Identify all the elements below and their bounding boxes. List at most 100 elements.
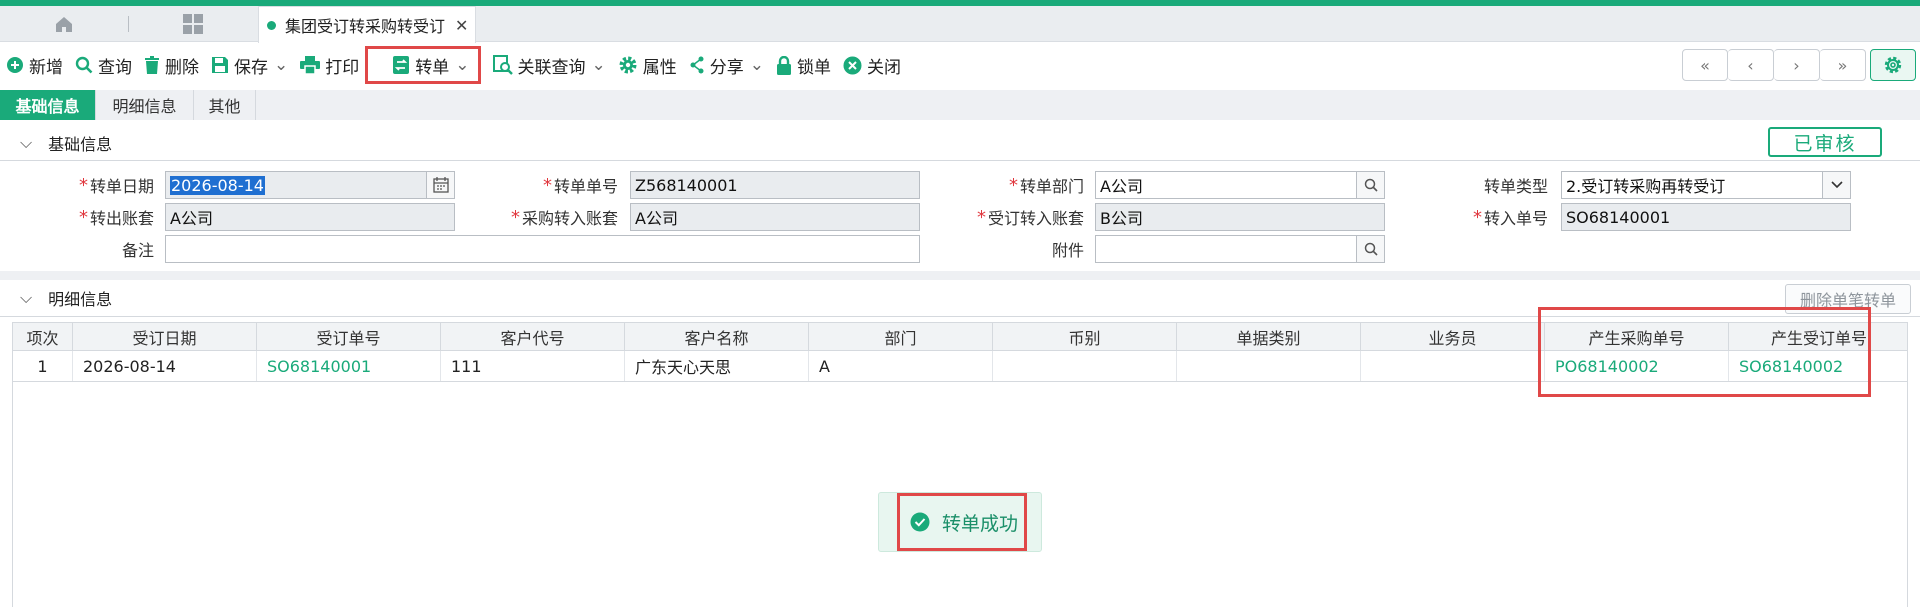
related-search-icon [492,55,513,75]
settings-button[interactable] [1870,49,1916,81]
query-label: 查询 [98,57,132,78]
transfer-dept-label: * 转单部门 [1008,174,1084,197]
tab-bar: 集团受订转采购转受订 ✕ [0,6,1920,43]
chevron-down-icon[interactable]: ⌄ [274,55,288,75]
related-query-button[interactable]: 关联查询 ⌄ [487,49,612,81]
cell-customer-name: 广东天心天思 [625,351,809,381]
delete-button[interactable]: 删除 [138,49,205,81]
order-in-account-field[interactable]: B公司 [1095,203,1385,231]
printer-icon [300,56,321,74]
col-salesperson[interactable]: 业务员 [1361,323,1545,351]
related-query-label: 关联查询 [517,57,586,78]
col-customer-name[interactable]: 客户名称 [625,323,809,351]
highlight-box [1538,307,1871,397]
col-customer-code[interactable]: 客户代号 [441,323,625,351]
share-icon [690,56,704,74]
double-chevron-left-icon: « [1700,55,1710,75]
print-button[interactable]: 打印 [294,49,365,81]
query-button[interactable]: 查询 [69,49,138,81]
col-seq[interactable]: 项次 [13,323,73,351]
transfer-doc-icon [393,56,410,74]
share-label: 分享 [709,57,744,78]
transfer-button[interactable]: 转单 ⌄ [365,46,481,84]
chevron-down-icon[interactable]: ⌄ [750,55,764,75]
purchase-in-account-field[interactable]: A公司 [630,203,920,231]
cell-currency [993,351,1177,381]
home-icon [56,17,72,32]
double-chevron-right-icon: » [1837,55,1848,75]
basic-section-header[interactable]: ⌵ 基础信息 [0,128,1920,158]
last-record-button[interactable]: » [1820,49,1866,81]
in-no-field[interactable]: SO68140001 [1561,203,1851,231]
prev-record-button[interactable]: ‹ [1728,49,1774,81]
chevron-down-icon: ⌵ [20,288,33,307]
chevron-left-icon: ‹ [1747,55,1754,75]
cell-customer-code: 111 [441,351,625,381]
tab-active-document[interactable]: 集团受订转采购转受订 ✕ [258,6,476,43]
trash-icon [145,56,159,74]
transfer-dept-value: A公司 [1100,177,1143,196]
transfer-date-field[interactable]: 2026-08-14 [165,171,455,199]
chevron-down-icon[interactable]: ⌄ [455,55,469,75]
cell-order-no-link[interactable]: SO68140001 [257,351,441,381]
out-account-field[interactable]: A公司 [165,203,455,231]
transfer-type-label: 转单类型 [1483,177,1548,196]
properties-label: 属性 [642,57,677,78]
col-currency[interactable]: 币别 [993,323,1177,351]
chevron-down-icon[interactable] [1822,172,1850,198]
form-subtabs: 基础信息 明细信息 其他 [0,90,1920,120]
transfer-label: 转单 [415,57,450,78]
search-icon [75,56,93,74]
chevron-down-icon[interactable]: ⌄ [592,55,606,75]
cell-doc-type [1177,351,1361,381]
tab-detail-info[interactable]: 明细信息 [96,90,194,120]
chevron-right-icon: › [1793,55,1800,75]
cell-salesperson [1361,351,1545,381]
out-account-value: A公司 [170,209,213,228]
lookup-search-icon[interactable] [1356,172,1384,198]
status-badge: 已审核 [1768,127,1882,157]
col-doc-type[interactable]: 单据类别 [1177,323,1361,351]
attachment-field[interactable] [1095,235,1385,263]
lock-button[interactable]: 锁单 [770,49,837,81]
toolbar: 新增 查询 删除 保存 ⌄ 打印 转单 ⌄ 关联查询 ⌄ 属性 分享 ⌄ 锁单 [0,43,1920,87]
cell-dept: A [809,351,993,381]
out-account-label: * 转出账套 [78,206,154,229]
col-order-date[interactable]: 受订日期 [73,323,257,351]
transfer-type-select[interactable]: 2.受订转采购再转受订 [1561,171,1851,199]
home-tab[interactable] [0,6,128,42]
new-label: 新增 [29,57,63,78]
in-no-value: SO68140001 [1566,207,1671,227]
transfer-dept-field[interactable]: A公司 [1095,171,1385,199]
order-in-account-value: B公司 [1100,209,1143,228]
print-label: 打印 [325,57,360,78]
save-button[interactable]: 保存 ⌄ [205,49,294,81]
close-icon[interactable]: ✕ [455,16,468,35]
remark-label: 备注 [121,241,154,260]
save-icon [212,57,228,73]
first-record-button[interactable]: « [1682,49,1728,81]
properties-button[interactable]: 属性 [612,49,683,81]
transfer-no-field[interactable]: Z568140001 [630,171,920,199]
col-dept[interactable]: 部门 [809,323,993,351]
tab-other[interactable]: 其他 [194,90,256,120]
new-button[interactable]: 新增 [0,49,69,81]
apps-tab[interactable] [129,6,257,42]
purchase-in-account-label: * 采购转入账套 [510,206,618,229]
calendar-icon[interactable] [426,172,454,198]
remark-field[interactable] [165,235,920,263]
save-label: 保存 [234,57,268,78]
share-button[interactable]: 分享 ⌄ [683,49,770,81]
next-record-button[interactable]: › [1774,49,1820,81]
tab-basic-info[interactable]: 基础信息 [0,90,96,120]
transfer-date-value: 2026-08-14 [170,175,265,195]
lookup-search-icon[interactable] [1356,236,1384,262]
gear-icon [1884,56,1902,74]
check-circle-icon [910,512,930,532]
close-button[interactable]: 关闭 [837,49,907,81]
col-order-no[interactable]: 受订单号 [257,323,441,351]
toast-message: 转单成功 [942,512,1019,535]
lock-icon [777,55,791,75]
gear-icon [619,56,637,74]
basic-section-title: 基础信息 [48,135,113,154]
